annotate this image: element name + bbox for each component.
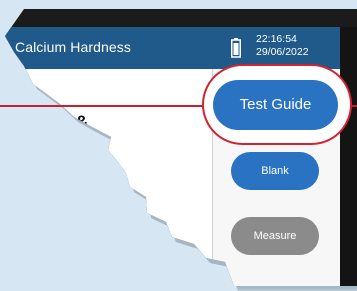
screenshot-stage: Calcium Hardness 22:16:54 29/06/2022 ple… — [0, 0, 357, 291]
measure-button[interactable]: Measure — [231, 217, 319, 255]
test-guide-button[interactable]: Test Guide — [213, 80, 338, 130]
datetime: 22:16:54 29/06/2022 — [256, 33, 309, 59]
time-display: 22:16:54 — [256, 33, 297, 45]
blank-button[interactable]: Blank — [231, 152, 319, 190]
battery-icon — [231, 38, 241, 58]
page-title: Calcium Hardness — [15, 39, 131, 55]
main-panel — [5, 69, 212, 286]
instruction-text: ple & — [42, 113, 89, 134]
date-display: 29/06/2022 — [256, 46, 309, 58]
screen-bezel — [340, 27, 357, 286]
